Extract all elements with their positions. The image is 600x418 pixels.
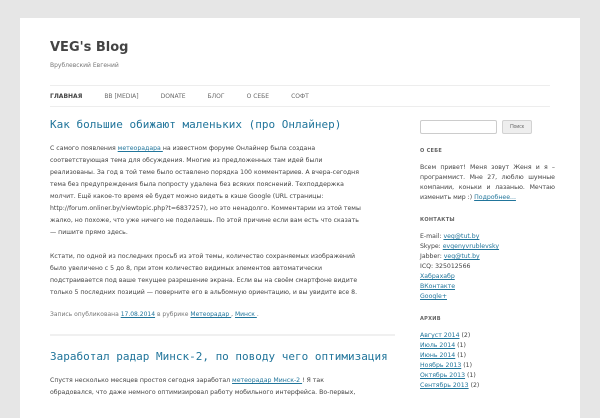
archive-item: Октябрь 2013 (1) bbox=[420, 371, 555, 381]
text: на известном форуме Онлайнер была создан… bbox=[162, 145, 316, 152]
text: жалко, но похоже, что уже ничего не поде… bbox=[50, 217, 359, 224]
post: Заработал радар Минск-2, по поводу чего … bbox=[50, 350, 395, 399]
widget-title: АРХИВ bbox=[420, 316, 441, 322]
archive-link[interactable]: Октябрь 2013 bbox=[420, 372, 465, 379]
about-text: Всем привет! Меня зовут Женя и я – прогр… bbox=[420, 163, 555, 203]
count: (1) bbox=[465, 372, 476, 379]
count: (1) bbox=[455, 342, 466, 349]
post-meta: Запись опубликована 17.08.2014 в рубрике… bbox=[50, 311, 395, 318]
text: http://forum.onliner.by/viewtopic.php?t=… bbox=[50, 205, 361, 212]
nav-donate[interactable]: DONATE bbox=[161, 93, 186, 100]
archive-item: Июнь 2014 (1) bbox=[420, 351, 555, 361]
skype-link[interactable]: evgenyvrublevsky bbox=[443, 243, 499, 250]
nav-home[interactable]: ГЛАВНАЯ bbox=[50, 93, 82, 100]
count: (1) bbox=[461, 362, 472, 369]
text: только 5 последних позиций — поверните е… bbox=[50, 289, 358, 296]
text: было увеличено с 5 до 8, при этом количе… bbox=[50, 265, 323, 272]
nav-soft[interactable]: СОФТ bbox=[291, 93, 309, 100]
contact-jabber: Jabber: veg@tut.by bbox=[420, 252, 555, 262]
archive-link[interactable]: Ноябрь 2013 bbox=[420, 362, 461, 369]
post-paragraph: С самого появления метеорадара на извест… bbox=[50, 143, 395, 239]
text: Кстати, по одной из последних просьб из … bbox=[50, 253, 356, 260]
label: E-mail: bbox=[420, 233, 444, 240]
meteoradar-minsk2-link[interactable]: метеорадар Минск-2 bbox=[232, 377, 302, 384]
text: С самого появления bbox=[50, 145, 118, 152]
nav-about[interactable]: О СЕБЕ bbox=[247, 93, 270, 100]
contact-skype: Skype: evgenyvrublevsky bbox=[420, 242, 555, 252]
text: — пишите прямо здесь. bbox=[50, 229, 128, 236]
site-description: Врублевский Евгений bbox=[50, 62, 119, 69]
post-paragraph: Спустя несколько месяцев простоя сегодня… bbox=[50, 375, 395, 399]
category-link[interactable]: Минск bbox=[235, 311, 257, 318]
text: обрадовался, что даже немного оптимизиро… bbox=[50, 389, 356, 396]
habr-link[interactable]: Хабрахабр bbox=[420, 273, 455, 280]
widget-title: О СЕБЕ bbox=[420, 148, 443, 154]
archive-list: Август 2014 (2) Июль 2014 (1) Июнь 2014 … bbox=[420, 331, 555, 391]
contacts: E-mail: veg@tut.by Skype: evgenyvrublevs… bbox=[420, 232, 555, 302]
text: молчит. Ещё какое-то время её будет можн… bbox=[50, 193, 324, 200]
text: подстраивается под ваше текущее разрешен… bbox=[50, 277, 358, 284]
main-content: Как большие обижают маленьких (про Онлай… bbox=[50, 118, 395, 411]
nav-blog[interactable]: БЛОГ bbox=[208, 93, 225, 100]
vk-link[interactable]: ВКонтакте bbox=[420, 283, 455, 290]
post-title[interactable]: Как большие обижают маленьких (про Онлай… bbox=[50, 118, 395, 131]
email-link[interactable]: veg@tut.by bbox=[443, 233, 479, 240]
post: Как большие обижают маленьких (про Онлай… bbox=[50, 118, 395, 318]
label: Skype: bbox=[420, 243, 443, 250]
archive-item: Ноябрь 2013 (1) bbox=[420, 361, 555, 371]
widget-title: КОНТАКТЫ bbox=[420, 217, 455, 223]
contact-icq: ICQ: 325012566 bbox=[420, 263, 471, 270]
count: (1) bbox=[455, 352, 466, 359]
site-title[interactable]: VEG's Blog bbox=[50, 40, 128, 55]
text: реализованы. За год в той теме было оста… bbox=[50, 169, 359, 176]
label: Jabber: bbox=[420, 253, 444, 260]
text: Запись опубликована bbox=[50, 311, 121, 318]
archive-item: Сентябрь 2013 (2) bbox=[420, 381, 555, 391]
text: соответствующая тема для обсуждения. Мно… bbox=[50, 157, 323, 164]
count: (2) bbox=[459, 332, 471, 339]
read-more-link[interactable]: Подробнее... bbox=[474, 194, 516, 201]
count: (2) bbox=[468, 382, 480, 389]
main-nav: ГЛАВНАЯ BB [MEDIA] DONATE БЛОГ О СЕБЕ СО… bbox=[50, 85, 550, 107]
archive-link[interactable]: Июль 2014 bbox=[420, 342, 455, 349]
post-date-link[interactable]: 17.08.2014 bbox=[121, 311, 155, 318]
search-form: Поиск bbox=[420, 120, 555, 134]
post-paragraph: Кстати, по одной из последних просьб из … bbox=[50, 251, 395, 299]
archive-link[interactable]: Август 2014 bbox=[420, 332, 460, 339]
text: тема без предупреждения была попросту уд… bbox=[50, 181, 344, 188]
sidebar: Поиск О СЕБЕ Всем привет! Меня зовут Жен… bbox=[420, 120, 555, 391]
post-title[interactable]: Заработал радар Минск-2, по поводу чего … bbox=[50, 350, 395, 363]
archive-item: Июль 2014 (1) bbox=[420, 341, 555, 351]
text: . bbox=[256, 311, 259, 318]
text: ! Я так bbox=[302, 377, 324, 384]
jabber-link[interactable]: veg@tut.by bbox=[444, 253, 480, 260]
nav-bb-media[interactable]: BB [MEDIA] bbox=[104, 93, 138, 100]
contact-email: E-mail: veg@tut.by bbox=[420, 232, 555, 242]
text: Спустя несколько месяцев простоя сегодня… bbox=[50, 377, 233, 384]
archive-item: Август 2014 (2) bbox=[420, 331, 555, 341]
meteoradar-link[interactable]: метеорадара bbox=[118, 145, 163, 152]
page: VEG's Blog Врублевский Евгений ГЛАВНАЯ B… bbox=[20, 18, 580, 418]
google-plus-link[interactable]: Google+ bbox=[420, 293, 447, 300]
category-link[interactable]: Метеорадар bbox=[190, 311, 231, 318]
search-input[interactable] bbox=[420, 120, 497, 134]
divider bbox=[50, 334, 395, 336]
search-button[interactable]: Поиск bbox=[502, 120, 532, 134]
archive-link[interactable]: Сентябрь 2013 bbox=[420, 382, 469, 389]
archive-link[interactable]: Июнь 2014 bbox=[420, 352, 455, 359]
text: в рубрике bbox=[155, 311, 191, 318]
